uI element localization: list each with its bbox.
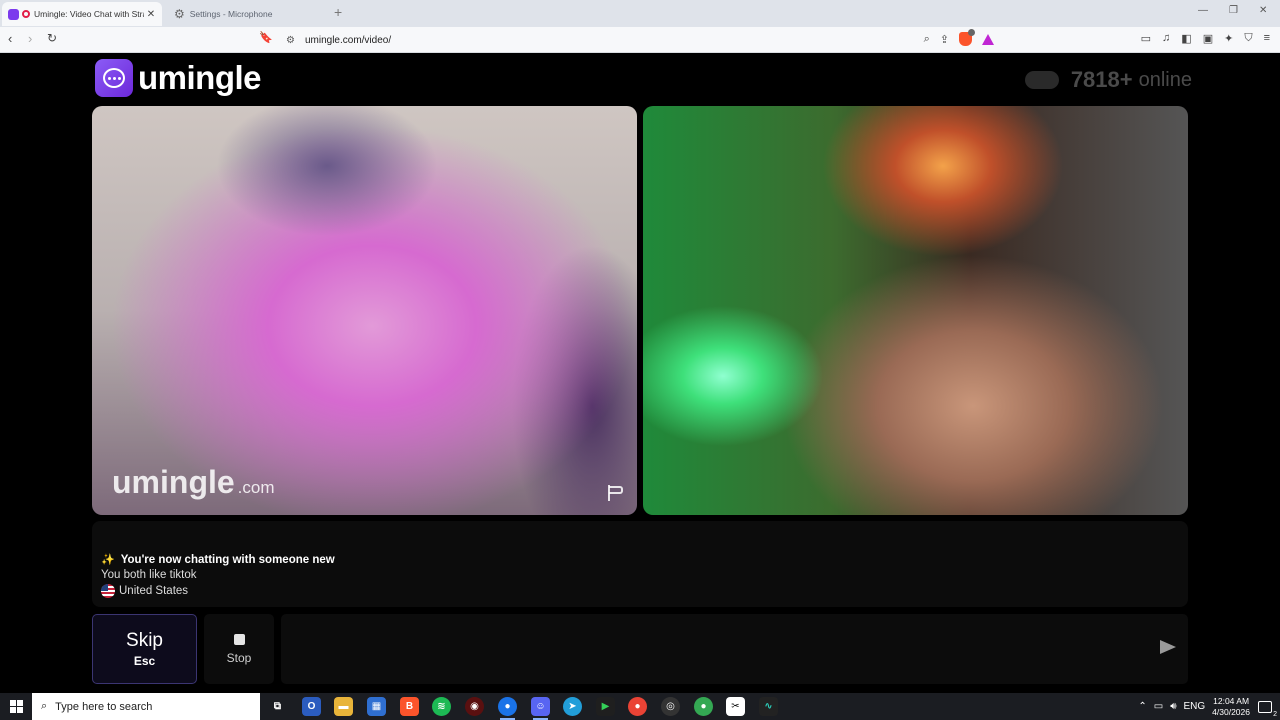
media-icon[interactable]: ♫ (1162, 32, 1170, 45)
online-counter: 7818+ online (1024, 67, 1192, 93)
stop-label: Stop (226, 650, 252, 665)
capcut-icon[interactable]: ✂ (726, 697, 745, 716)
country-text: United States (119, 585, 189, 597)
obs-icon[interactable]: ◎ (661, 697, 680, 716)
menu-icon[interactable]: ≡ (1264, 32, 1270, 45)
stop-icon (233, 633, 245, 645)
clock-date: 4/30/2026 (1212, 706, 1250, 717)
skip-label: Skip (126, 630, 163, 651)
task-view-icon[interactable]: ⧉ (268, 697, 287, 716)
skip-button[interactable]: Skip Esc (92, 614, 197, 684)
report-flag-icon[interactable] (607, 485, 625, 501)
search-placeholder: Type here to search (55, 700, 153, 713)
green-app-icon[interactable]: ▶ (596, 697, 615, 716)
system-message-text: You're now chatting with someone new (120, 553, 335, 566)
browser-tab-bar: Umingle: Video Chat with Strangers ✕ ⚙ S… (0, 0, 1280, 27)
back-button[interactable]: ‹ (8, 31, 12, 46)
reload-button[interactable]: ↻ (47, 31, 57, 45)
chat-log: ✨ You're now chatting with someone new Y… (92, 521, 1188, 607)
notifications-icon[interactable]: 2 (1258, 700, 1277, 718)
us-flag-icon (101, 584, 115, 598)
search-icon: ⌕ (41, 700, 48, 712)
tab-umingle[interactable]: Umingle: Video Chat with Strangers ✕ (2, 2, 162, 26)
telegram-icon[interactable]: ➤ (563, 697, 582, 716)
language-indicator[interactable]: ENG (1184, 701, 1206, 712)
chrome-profile-icon[interactable]: ● (628, 697, 647, 716)
taskbar-search[interactable]: ⌕ Type here to search (32, 693, 260, 720)
shields-count-badge (968, 29, 975, 36)
logo-text: umingle (138, 59, 262, 96)
notification-count: 2 (1273, 710, 1277, 718)
message-input[interactable] (281, 614, 1188, 684)
microsoft-store-icon[interactable]: ▦ (367, 697, 386, 716)
vpn-icon[interactable]: ⛉ (1244, 32, 1252, 45)
network-icon[interactable]: ▭ (1154, 701, 1163, 712)
brave-shields-icon[interactable] (959, 29, 975, 46)
remote-video (643, 106, 1188, 515)
stranger-country: United States (101, 584, 188, 598)
leo-ai-icon[interactable]: ✦ (1224, 32, 1233, 45)
common-interest-text: You both like tiktok (101, 569, 197, 581)
online-status-pill (1024, 71, 1059, 89)
system-message: ✨ You're now chatting with someone new (101, 553, 335, 567)
waveform-app-icon[interactable]: ∿ (759, 697, 778, 716)
sidebar-icon[interactable]: ◧ (1181, 32, 1191, 45)
send-icon[interactable] (1160, 640, 1176, 654)
umingle-favicon (8, 8, 19, 20)
windows-taskbar: ⌕ Type here to search ⧉ O ▬ ▦ B ≋ ◉ ● ☺ … (0, 693, 1280, 720)
bookmark-icon[interactable]: 🔖 (259, 31, 273, 44)
file-explorer-icon[interactable]: ▬ (334, 697, 353, 716)
gear-icon: ⚙ (174, 7, 185, 21)
watermark-main: umingle (112, 464, 235, 500)
tab-title: Umingle: Video Chat with Strangers (34, 9, 144, 19)
outlook-icon[interactable]: O (302, 697, 321, 716)
close-tab-icon[interactable]: ✕ (144, 9, 158, 20)
spotify-icon[interactable]: ≋ (432, 697, 451, 716)
tab-settings-microphone[interactable]: ⚙ Settings - Microphone (168, 2, 328, 26)
volume-icon[interactable]: 🔊︎ (1170, 701, 1176, 712)
tab-title: Settings - Microphone (189, 9, 273, 19)
online-count: 7818+ (1070, 67, 1133, 92)
tray-overflow-icon[interactable]: ⌃ (1138, 701, 1146, 712)
reader-mode-icon[interactable]: ▭ (1141, 32, 1151, 45)
umingle-logo[interactable]: umingle (95, 59, 262, 97)
stop-button[interactable]: Stop (204, 614, 274, 684)
new-tab-button[interactable]: + (334, 4, 342, 20)
forward-button[interactable]: › (28, 31, 32, 46)
chrome-alt-icon[interactable]: ● (694, 697, 713, 716)
brave-icon[interactable]: B (400, 697, 419, 716)
chat-bubble-icon (95, 59, 133, 97)
umingle-page: umingle 7818+ online umingle .com ✨ You'… (0, 53, 1280, 693)
video-watermark: umingle .com (112, 464, 275, 501)
browser-extensions: ▭ ♫ ◧ ▣ ✦ ⛉ ≡ (1141, 32, 1270, 45)
brave-rewards-icon[interactable] (982, 33, 994, 45)
common-interest-message: You both like tiktok (101, 569, 196, 581)
minimize-button[interactable]: — (1198, 5, 1208, 16)
clock[interactable]: 12:04 AM 4/30/2026 (1212, 696, 1250, 718)
discord-icon[interactable]: ☺ (531, 697, 550, 720)
browser-toolbar: ‹ › ↻ 🔖 ⚙ umingle.com/video/ ⌕ ⇪ ▭ ♫ ◧ ▣… (0, 27, 1280, 53)
wallet-icon[interactable]: ▣ (1203, 32, 1213, 45)
local-video: umingle .com (92, 106, 637, 515)
chrome-icon[interactable]: ● (498, 697, 517, 720)
share-icon[interactable]: ⇪ (940, 33, 949, 46)
site-info-icon[interactable]: ⚙ (286, 35, 295, 46)
clock-time: 12:04 AM (1213, 695, 1250, 706)
close-window-button[interactable]: ✕ (1259, 5, 1267, 16)
watermark-sub: .com (237, 478, 275, 497)
start-button[interactable] (10, 700, 23, 713)
skip-shortcut-key: Esc (133, 654, 156, 668)
recording-indicator-icon (22, 10, 30, 18)
online-label: online (1138, 68, 1192, 91)
address-bar[interactable]: ⚙ umingle.com/video/ ⌕ ⇪ (280, 29, 1000, 51)
davinci-resolve-icon[interactable]: ◉ (465, 697, 484, 716)
zoom-icon[interactable]: ⌕ (924, 33, 930, 46)
restore-button[interactable]: ❐ (1229, 5, 1238, 16)
sparkle-icon: ✨ (101, 554, 115, 566)
system-tray: ⌃ ▭ 🔊︎ ENG 12:04 AM 4/30/2026 2 (1138, 693, 1280, 720)
url-text[interactable]: umingle.com/video/ (305, 35, 391, 46)
